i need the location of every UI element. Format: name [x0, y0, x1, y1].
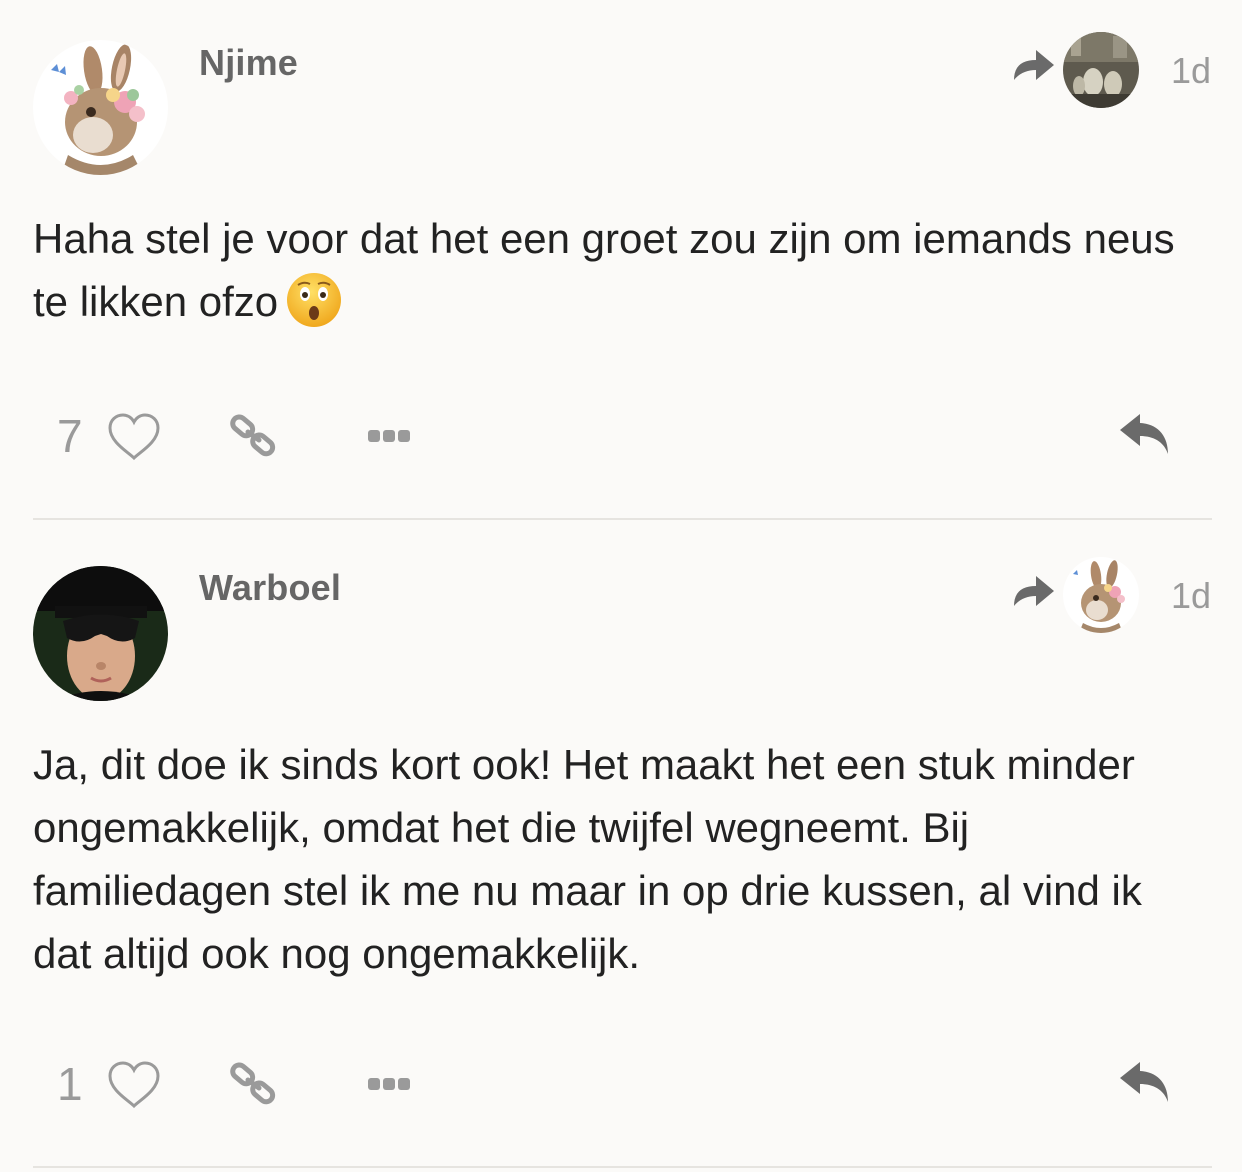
more-dots-icon[interactable]: [366, 1074, 412, 1094]
reply-to-avatar[interactable]: [1063, 557, 1139, 633]
more-dots-icon[interactable]: [366, 426, 412, 446]
link-icon[interactable]: [228, 410, 280, 462]
heart-outline-icon[interactable]: [106, 1060, 162, 1110]
post-actions: 1: [0, 1054, 1242, 1114]
username[interactable]: Njime: [199, 42, 298, 84]
link-icon[interactable]: [228, 1058, 280, 1110]
post-text: Haha stel je voor dat het een groet zou …: [33, 215, 1175, 325]
reply-icon[interactable]: [1116, 1056, 1174, 1110]
post-body: Haha stel je voor dat het een groet zou …: [33, 207, 1208, 333]
astonished-face-icon: [286, 272, 342, 328]
reply-to-avatar[interactable]: [1063, 32, 1139, 108]
share-arrow-icon[interactable]: [1010, 572, 1056, 610]
share-arrow-icon[interactable]: [1010, 46, 1056, 84]
post-age[interactable]: 1d: [1171, 50, 1211, 92]
heart-outline-icon[interactable]: [106, 412, 162, 462]
post-actions: 7: [0, 406, 1242, 466]
post-divider: [33, 1166, 1212, 1168]
post-age[interactable]: 1d: [1171, 575, 1211, 617]
avatar-njime[interactable]: [33, 40, 168, 175]
reply-icon[interactable]: [1116, 408, 1174, 462]
post-body: Ja, dit doe ik sinds kort ook! Het maakt…: [33, 741, 1142, 977]
like-count[interactable]: 1: [57, 1054, 83, 1114]
avatar-warboel[interactable]: [33, 566, 168, 701]
username[interactable]: Warboel: [199, 567, 341, 609]
post-divider: [33, 518, 1212, 520]
like-count[interactable]: 7: [57, 406, 83, 466]
